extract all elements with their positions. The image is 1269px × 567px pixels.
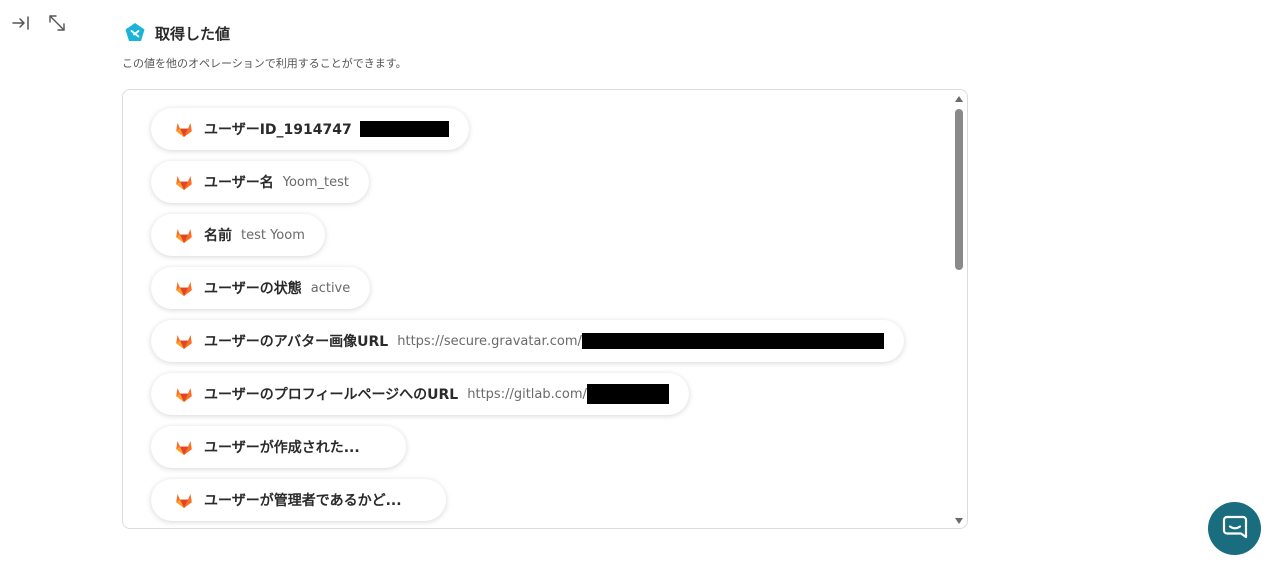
value-chip-created-at[interactable]: ユーザーが作成された... bbox=[151, 426, 406, 468]
gitlab-icon bbox=[175, 491, 193, 509]
expand-diagonal-icon[interactable] bbox=[46, 12, 68, 34]
redacted-value bbox=[359, 121, 449, 137]
redacted-value bbox=[581, 333, 884, 349]
gitlab-icon bbox=[175, 226, 193, 244]
top-toolbar bbox=[10, 12, 68, 34]
gitlab-icon bbox=[175, 332, 193, 350]
value-label: ユーザーが作成された... bbox=[204, 440, 360, 456]
panel-scrollbar[interactable] bbox=[951, 90, 967, 528]
value-label: 名前 bbox=[204, 228, 232, 244]
value-chip-user-state[interactable]: ユーザーの状態 active bbox=[151, 267, 371, 309]
value-chip-user-id[interactable]: ユーザーID_1914747 bbox=[151, 108, 469, 150]
value-chip-profile-url[interactable]: ユーザーのプロフィールページへのURL https://gitlab.com/ bbox=[151, 373, 689, 415]
values-panel: ユーザーID_1914747 ユーザー名 Yoom_test 名前 test Y… bbox=[122, 89, 968, 529]
value-text: test Yoom bbox=[241, 227, 305, 243]
scroll-down-arrow-icon[interactable] bbox=[955, 518, 963, 524]
value-chip-is-admin[interactable]: ユーザーが管理者であるかど... bbox=[151, 479, 446, 521]
collapse-right-icon[interactable] bbox=[10, 12, 32, 34]
value-chip-username[interactable]: ユーザー名 Yoom_test bbox=[151, 161, 369, 203]
chat-bubble-icon bbox=[1221, 513, 1249, 545]
chat-button[interactable] bbox=[1208, 502, 1261, 555]
gitlab-icon bbox=[175, 438, 193, 456]
gitlab-icon bbox=[175, 279, 193, 297]
gitlab-icon bbox=[175, 173, 193, 191]
value-label: ユーザーのアバター画像URL bbox=[204, 334, 389, 350]
page-title: 取得した値 bbox=[155, 24, 231, 43]
scroll-thumb[interactable] bbox=[955, 109, 963, 270]
value-chip-name[interactable]: 名前 test Yoom bbox=[151, 214, 325, 256]
value-label: ユーザーの状態 bbox=[204, 281, 302, 297]
value-text: active bbox=[310, 280, 351, 296]
gitlab-icon bbox=[175, 385, 193, 403]
page-subtitle: この値を他のオペレーションで利用することができます。 bbox=[122, 57, 407, 70]
section-header: 取得した値 bbox=[123, 21, 230, 45]
value-text: https://gitlab.com/ bbox=[467, 386, 587, 402]
value-chip-avatar-url[interactable]: ユーザーのアバター画像URL https://secure.gravatar.c… bbox=[151, 320, 904, 362]
value-text: Yoom_test bbox=[282, 174, 349, 190]
gitlab-icon bbox=[175, 120, 193, 138]
redacted-value bbox=[586, 384, 669, 404]
value-label: ユーザーが管理者であるかど... bbox=[204, 493, 402, 509]
yoom-logo-icon bbox=[123, 21, 147, 45]
value-label: ユーザーのプロフィールページへのURL bbox=[204, 387, 459, 403]
scroll-up-arrow-icon[interactable] bbox=[955, 96, 963, 102]
value-label: ユーザー名 bbox=[204, 175, 274, 191]
values-list: ユーザーID_1914747 ユーザー名 Yoom_test 名前 test Y… bbox=[151, 108, 927, 528]
value-text: https://secure.gravatar.com/ bbox=[397, 333, 582, 349]
value-label: ユーザーID_1914747 bbox=[204, 122, 352, 138]
